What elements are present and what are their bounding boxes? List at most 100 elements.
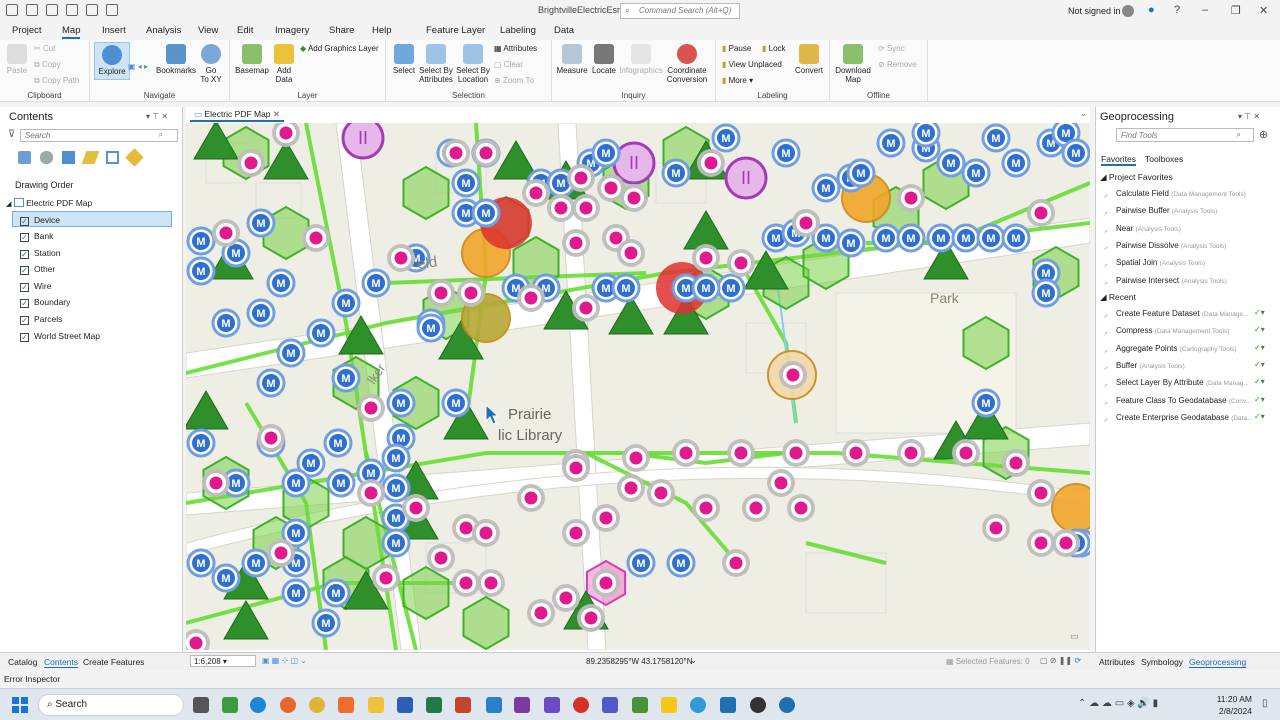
list-by-editing-icon[interactable] <box>81 151 100 164</box>
tab-data[interactable]: Data <box>554 25 574 36</box>
tab-help[interactable]: Help <box>372 25 392 36</box>
layer-boundary[interactable]: ✓ Boundary <box>20 294 180 310</box>
tool-item[interactable]: Near (Analysis Tools) <box>1116 224 1181 233</box>
arcgis-icon[interactable] <box>690 697 706 713</box>
success-check-icon[interactable]: ✓▾ <box>1254 343 1265 352</box>
nav-arrows-icon[interactable]: ▣ ◂ ▸ <box>128 62 148 71</box>
tool-item[interactable]: Create Feature Dataset (Data Manage... <box>1116 309 1248 318</box>
obs-icon[interactable] <box>750 697 766 713</box>
select-by-location-button[interactable]: Select By Location <box>455 44 491 84</box>
copy-button[interactable]: ⧉ Copy <box>34 60 61 70</box>
map-canvas[interactable]: II II II MMMMMMMMMMMMMMMMMMMMMMMMMMMMMMMMM… <box>186 123 1090 650</box>
edge-icon[interactable] <box>250 697 266 713</box>
layer-device[interactable]: ✓ Device <box>12 211 172 227</box>
tab-share[interactable]: Share <box>329 25 354 36</box>
success-check-icon[interactable]: ✓▾ <box>1254 325 1265 334</box>
save-icon[interactable] <box>46 4 58 16</box>
tab-map[interactable]: Map <box>62 25 81 39</box>
task-view-icon[interactable] <box>193 697 209 713</box>
success-check-icon[interactable]: ✓▾ <box>1254 412 1265 421</box>
tab-edit[interactable]: Edit <box>237 25 253 36</box>
layer-parcels[interactable]: ✓ Parcels <box>20 311 180 327</box>
visibility-checkbox[interactable]: ✓ <box>20 333 29 342</box>
powerpoint-icon[interactable] <box>455 697 471 713</box>
media-icon[interactable] <box>573 697 589 713</box>
add-icon[interactable]: ⊕ <box>1259 128 1268 141</box>
minimize-button[interactable]: – <box>1202 4 1208 16</box>
map-overview-icon[interactable]: ▭ <box>1070 631 1079 642</box>
recent-header[interactable]: ◢ Recent <box>1100 292 1136 303</box>
tab-attributes[interactable]: Attributes <box>1099 657 1135 667</box>
visibility-checkbox[interactable]: ✓ <box>20 233 29 242</box>
user-avatar-icon[interactable] <box>1122 5 1134 17</box>
tool-item[interactable]: Create Enterprise Geodatabase (Data... <box>1116 413 1253 422</box>
basemap-button[interactable]: Basemap <box>234 44 270 75</box>
tab-project[interactable]: Project <box>12 25 42 36</box>
pane-options-icon[interactable]: ▾ ⊤ ✕ <box>1238 112 1260 121</box>
explore-button[interactable]: Explore <box>94 42 130 80</box>
add-data-button[interactable]: Add Data <box>272 44 296 84</box>
outlook-icon[interactable] <box>486 697 502 713</box>
tab-catalog[interactable]: Catalog <box>8 657 37 667</box>
selected-features-status[interactable]: ▦ Selected Features: 0 <box>946 657 1030 666</box>
list-by-drawing-order-icon[interactable] <box>18 151 31 164</box>
download-map-button[interactable]: Download Map <box>834 44 872 84</box>
arcgis-pro-icon[interactable] <box>779 697 795 713</box>
tab-contents[interactable]: Contents <box>44 657 79 668</box>
visibility-checkbox[interactable]: ✓ <box>20 250 29 259</box>
project-favorites-header[interactable]: ◢ Project Favorites <box>1100 172 1173 183</box>
coordinate-conversion-button[interactable]: Coordinate Conversion <box>664 44 710 84</box>
list-by-source-icon[interactable] <box>40 151 53 164</box>
tab-favorites[interactable]: Favorites <box>1101 154 1136 166</box>
layer-world-street-map[interactable]: ✓ World Street Map <box>20 328 180 344</box>
contents-search-input[interactable]: Search ⌕ <box>20 129 178 142</box>
file-explorer-icon[interactable] <box>368 697 384 713</box>
paste-button[interactable]: Paste <box>6 44 28 75</box>
tool-item[interactable]: Calculate Field (Data Management Tools) <box>1116 189 1246 198</box>
locate-button[interactable]: Locate <box>590 44 618 75</box>
success-check-icon[interactable]: ✓▾ <box>1254 395 1265 404</box>
select-button[interactable]: Select <box>390 44 418 75</box>
notification-icon[interactable]: ● <box>1148 4 1155 16</box>
visibility-checkbox[interactable]: ✓ <box>20 283 29 292</box>
copy-path-button[interactable]: ⧉ Copy Path <box>34 76 79 86</box>
brave-icon[interactable] <box>338 697 354 713</box>
widgets-icon[interactable] <box>222 697 238 713</box>
tab-toolboxes[interactable]: Toolboxes <box>1145 154 1183 164</box>
visual-studio-icon[interactable] <box>544 697 560 713</box>
cut-button[interactable]: ✂ Cut <box>34 44 55 53</box>
map-tab-menu-icon[interactable]: ⌄ <box>1080 109 1087 118</box>
system-tray-icons[interactable]: ⌃ ☁ ☁ ▭ ◈ 🔊 ▮ <box>1078 698 1158 709</box>
excel-icon[interactable] <box>426 697 442 713</box>
success-check-icon[interactable]: ✓▾ <box>1254 377 1265 386</box>
list-by-selection-icon[interactable] <box>62 151 75 164</box>
clear-button[interactable]: ▢ Clear <box>494 60 523 69</box>
infographics-button[interactable]: Infographics <box>618 44 664 75</box>
tab-labeling[interactable]: Labeling <box>500 25 536 36</box>
measure-button[interactable]: Measure <box>554 44 590 75</box>
visibility-checkbox[interactable]: ✓ <box>20 217 29 226</box>
visibility-checkbox[interactable]: ✓ <box>20 299 29 308</box>
undo-icon[interactable] <box>66 4 78 16</box>
add-graphics-layer-button[interactable]: ◆ Add Graphics Layer <box>300 44 379 53</box>
tool-item[interactable]: Spatial Join (Analysis Tools) <box>1116 258 1205 267</box>
tool-item[interactable]: Pairwise Buffer (Analysis Tools) <box>1116 206 1217 215</box>
more-button[interactable]: ▮ More ▾ <box>722 76 753 85</box>
open-icon[interactable] <box>26 4 38 16</box>
tool-item[interactable]: Buffer (Analysis Tools) <box>1116 361 1185 370</box>
layer-station[interactable]: ✓ Station <box>20 245 180 261</box>
clock-date[interactable]: 2/8/2024 <box>1214 706 1252 716</box>
sign-in-status[interactable]: Not signed in <box>1068 6 1121 16</box>
notifications-icon[interactable]: ▯ <box>1262 698 1268 709</box>
bookmarks-button[interactable]: Bookmarks <box>156 44 196 75</box>
onenote-icon[interactable] <box>514 697 530 713</box>
lock-button[interactable]: ▮ Lock <box>762 44 786 53</box>
tool-item[interactable]: Select Layer By Attribute (Data Manag... <box>1116 378 1249 387</box>
map-node[interactable]: ◢ Electric PDF Map <box>6 195 166 211</box>
visibility-checkbox[interactable]: ✓ <box>20 266 29 275</box>
help-icon[interactable]: ? <box>1174 4 1180 16</box>
taskbar-search[interactable]: ⌕ Search <box>38 694 184 716</box>
new-project-icon[interactable] <box>6 4 18 16</box>
layer-bank[interactable]: ✓ Bank <box>20 228 180 244</box>
command-search-input[interactable]: ⌕ Command Search (Alt+Q) <box>620 3 740 19</box>
